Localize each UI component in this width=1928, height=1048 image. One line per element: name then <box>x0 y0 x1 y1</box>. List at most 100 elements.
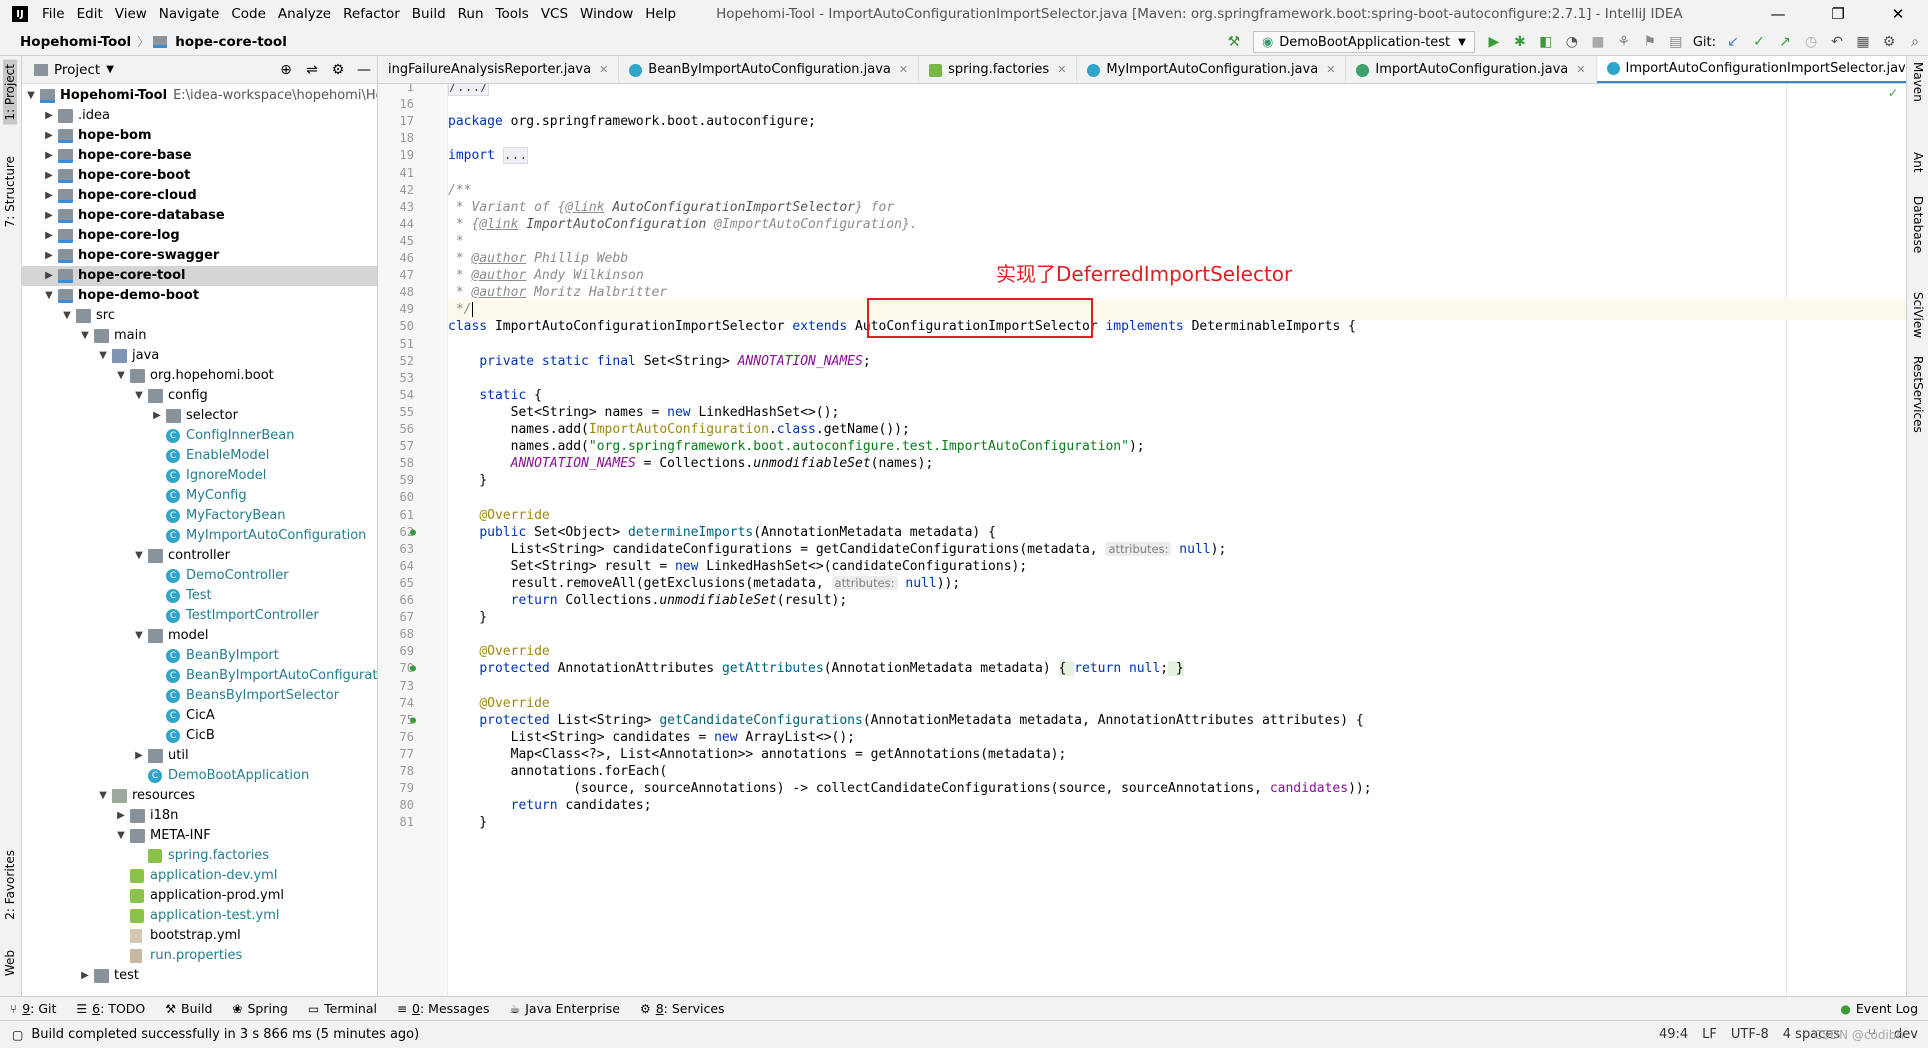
event-log-button[interactable]: ● Event Log <box>1830 1001 1928 1016</box>
editor-tab[interactable]: ingFailureAnalysisReporter.java ✕ <box>378 56 620 83</box>
git-rollback-icon[interactable]: ↶ <box>1825 32 1849 52</box>
tree-item[interactable]: C IgnoreModel <box>22 466 377 486</box>
structure-tool-button[interactable]: 7: Structure <box>3 152 17 231</box>
hide-icon[interactable]: — <box>351 62 377 78</box>
chevron-down-icon[interactable]: ▼ <box>96 786 110 806</box>
tree-item[interactable]: C MyFactoryBean <box>22 506 377 526</box>
chevron-down-icon[interactable]: ▼ <box>106 64 114 75</box>
coverage-icon[interactable]: ◧ <box>1534 32 1558 52</box>
chevron-right-icon[interactable]: ▶ <box>42 106 56 126</box>
chevron-down-icon[interactable]: ▼ <box>114 826 128 846</box>
database-tool-button[interactable]: Database <box>1911 196 1925 253</box>
tree-item[interactable]: ▶ hope-core-base <box>22 146 377 166</box>
chevron-right-icon[interactable]: ▶ <box>42 126 56 146</box>
tree-item[interactable]: C ConfigInnerBean <box>22 426 377 446</box>
menu-file[interactable]: File <box>36 6 71 22</box>
tree-item[interactable]: ▼ java <box>22 346 377 366</box>
file-encoding[interactable]: UTF-8 <box>1731 1027 1769 1042</box>
tree-item[interactable]: ▼ hope-demo-boot <box>22 286 377 306</box>
chevron-down-icon[interactable]: ▼ <box>96 346 110 366</box>
debug-icon[interactable]: ✱ <box>1508 32 1532 52</box>
run-icon[interactable]: ▶ <box>1482 32 1506 52</box>
settings-icon[interactable]: ⚙ <box>1877 32 1901 52</box>
chevron-down-icon[interactable]: ▼ <box>24 86 38 106</box>
tree-item[interactable]: C CicB <box>22 726 377 746</box>
tree-item[interactable]: ▶ util <box>22 746 377 766</box>
tree-item[interactable]: run.properties <box>22 946 377 966</box>
tool-window-button[interactable]: ☕ Java Enterprise <box>499 1001 629 1016</box>
breadcrumb-module[interactable]: hope-core-tool <box>171 34 291 50</box>
menu-analyze[interactable]: Analyze <box>272 6 337 22</box>
tree-item[interactable]: ▶ hope-core-swagger <box>22 246 377 266</box>
tree-item[interactable]: bootstrap.yml <box>22 926 377 946</box>
chevron-right-icon[interactable]: ▶ <box>42 166 56 186</box>
chevron-down-icon[interactable]: ▼ <box>114 366 128 386</box>
tree-item[interactable]: ▶ hope-core-log <box>22 226 377 246</box>
editor-tab[interactable]: ImportAutoConfigurationImportSelector.ja… <box>1596 56 1906 83</box>
tool-window-button[interactable]: ≡ 0: Messages <box>387 1001 500 1016</box>
tree-item[interactable]: C BeansByImportSelector <box>22 686 377 706</box>
tree-item[interactable]: C MyImportAutoConfiguration <box>22 526 377 546</box>
hammer-icon[interactable]: ⚒ <box>1222 32 1246 52</box>
tree-item[interactable]: ▼ controller <box>22 546 377 566</box>
tree-item[interactable]: ▶ i18n <box>22 806 377 826</box>
project-structure-icon[interactable]: ▦ <box>1851 32 1875 52</box>
tree-item[interactable]: application-dev.yml <box>22 866 377 886</box>
project-tool-button[interactable]: 1: Project <box>3 60 17 125</box>
chevron-right-icon[interactable]: ▶ <box>132 746 146 766</box>
chevron-down-icon[interactable]: ▼ <box>42 286 56 306</box>
code-area[interactable]: 1/.../16 17 package org.springframework.bo… <box>400 84 1906 996</box>
chevron-right-icon[interactable]: ▶ <box>78 966 92 986</box>
tree-item[interactable]: ▶ hope-core-cloud <box>22 186 377 206</box>
line-separator[interactable]: LF <box>1702 1027 1717 1042</box>
git-commit-icon[interactable]: ✓ <box>1747 32 1771 52</box>
menu-window[interactable]: Window <box>574 6 639 22</box>
close-icon[interactable]: ✕ <box>1868 0 1928 28</box>
tree-item[interactable]: ▼ org.hopehomi.boot <box>22 366 377 386</box>
project-view-select[interactable]: Project <box>54 62 100 78</box>
menu-tools[interactable]: Tools <box>490 6 535 22</box>
sciview-tool-button[interactable]: SciView <box>1911 292 1925 338</box>
cursor-position[interactable]: 49:4 <box>1659 1027 1688 1042</box>
tree-item[interactable]: ▼ resources <box>22 786 377 806</box>
locate-icon[interactable]: ⊕ <box>273 62 299 78</box>
tool-window-button[interactable]: ⑂ 9: Git <box>0 1001 66 1016</box>
editor-tab[interactable]: spring.factories ✕ <box>919 56 1078 83</box>
tree-item[interactable]: C TestImportController <box>22 606 377 626</box>
tree-item[interactable]: ▶ test <box>22 966 377 986</box>
stop-icon[interactable]: ■ <box>1586 32 1610 52</box>
git-update-icon[interactable]: ↙ <box>1721 32 1745 52</box>
menu-navigate[interactable]: Navigate <box>153 6 226 22</box>
maximize-icon[interactable]: ❐ <box>1808 0 1868 28</box>
status-message[interactable]: Build completed successfully in 3 s 866 … <box>31 1027 419 1042</box>
chevron-down-icon[interactable]: ▼ <box>78 326 92 346</box>
tree-item[interactable]: C MyConfig <box>22 486 377 506</box>
chevron-right-icon[interactable]: ▶ <box>114 806 128 826</box>
tree-item[interactable]: C Test <box>22 586 377 606</box>
tree-item[interactable]: ▼ src <box>22 306 377 326</box>
tree-item[interactable]: application-test.yml <box>22 906 377 926</box>
tree-item[interactable]: ▶ hope-core-tool <box>22 266 377 286</box>
close-tab-icon[interactable]: ✕ <box>899 56 908 83</box>
tree-item[interactable]: C DemoController <box>22 566 377 586</box>
chevron-down-icon[interactable]: ▼ <box>132 626 146 646</box>
tree-item[interactable]: ▶ .idea <box>22 106 377 126</box>
tree-item[interactable]: ▼ model <box>22 626 377 646</box>
collapse-all-icon[interactable]: ⇌ <box>299 62 325 78</box>
menu-run[interactable]: Run <box>452 6 490 22</box>
tool-window-button[interactable]: ⚙ 8: Services <box>630 1001 735 1016</box>
git-history-icon[interactable]: ◷ <box>1799 32 1823 52</box>
menu-code[interactable]: Code <box>225 6 272 22</box>
tree-item[interactable]: ▼ main <box>22 326 377 346</box>
tree-item[interactable]: C EnableModel <box>22 446 377 466</box>
profile-icon[interactable]: ◔ <box>1560 32 1584 52</box>
editor-tab[interactable]: BeanByImportAutoConfiguration.java ✕ <box>619 56 920 83</box>
breadcrumb-project[interactable]: Hopehomi-Tool <box>0 34 137 50</box>
menu-vcs[interactable]: VCS <box>535 6 574 22</box>
close-tab-icon[interactable]: ✕ <box>1576 56 1585 83</box>
tree-item[interactable]: ▶ hope-bom <box>22 126 377 146</box>
tree-item[interactable]: C BeanByImport <box>22 646 377 666</box>
rest-services-tool-button[interactable]: RestServices <box>1911 356 1925 433</box>
minimize-icon[interactable]: — <box>1748 0 1808 28</box>
chevron-right-icon[interactable]: ▶ <box>42 146 56 166</box>
